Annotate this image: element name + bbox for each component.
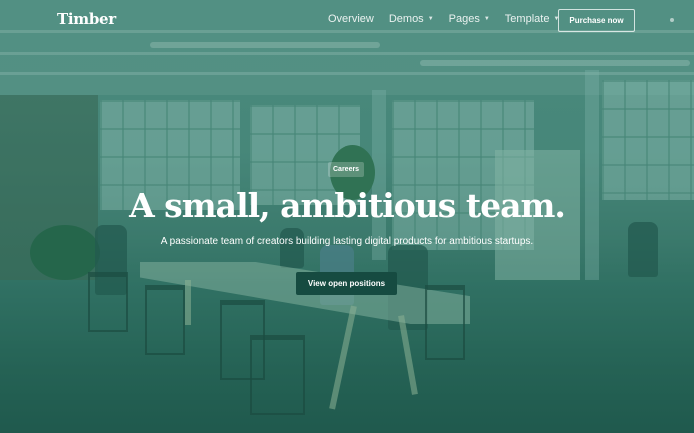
hero-section: Careers A small, ambitious team. A passi… xyxy=(0,0,694,433)
hero-subtitle: A passionate team of creators building l… xyxy=(160,236,534,247)
hero-title: A small, ambitious team. xyxy=(129,186,566,225)
view-open-positions-button[interactable]: View open positions xyxy=(296,272,397,295)
careers-badge: Careers xyxy=(328,162,365,177)
